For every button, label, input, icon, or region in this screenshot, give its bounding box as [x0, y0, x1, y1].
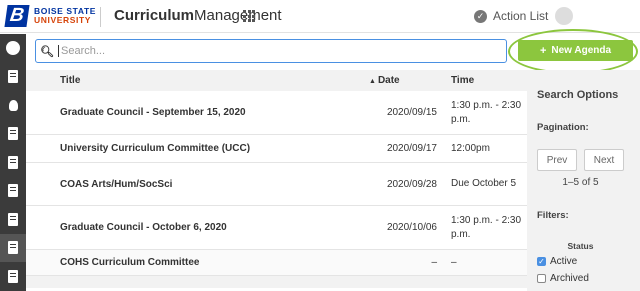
app-grid-icon[interactable]: [243, 10, 255, 22]
filters-label: Filters:: [537, 210, 569, 221]
row-title: COAS Arts/Hum/SocSci: [60, 178, 173, 190]
dashboard-icon: [6, 41, 20, 56]
nav-proposals[interactable]: [0, 177, 26, 206]
table-row[interactable]: COAS Arts/Hum/SocSci 2020/09/28 Due Octo…: [26, 163, 527, 206]
nav-agendas[interactable]: [0, 233, 26, 262]
column-title[interactable]: Title: [26, 75, 369, 86]
pagination-label: Pagination:: [537, 122, 589, 133]
nav-ideas[interactable]: [0, 91, 26, 120]
sort-asc-icon: ▲: [369, 78, 376, 85]
active-label: Active: [550, 256, 578, 267]
boise-state-logo[interactable]: B BOISE STATE UNIVERSITY: [4, 5, 96, 27]
document-icon: [8, 269, 18, 283]
row-time: 1:30 p.m. - 2:30 p.m.: [451, 214, 522, 240]
app-title-bold: Curriculum: [114, 7, 195, 24]
search-box: 🔍︎: [35, 39, 507, 63]
column-date[interactable]: ▲ Date: [369, 75, 444, 86]
column-date-label: Date: [377, 75, 400, 86]
row-date: 2020/10/06: [386, 222, 437, 233]
row-date: 2020/09/15: [386, 107, 437, 118]
document-icon: [8, 127, 18, 141]
search-options-panel: Search Options Pagination: Prev Next 1–5…: [527, 70, 640, 291]
search-icon[interactable]: 🔍︎: [36, 45, 58, 58]
column-time[interactable]: Time: [444, 75, 527, 86]
app-header: B BOISE STATE UNIVERSITY CurriculumManag…: [0, 0, 640, 33]
pagination-count: 1–5 of 5: [562, 177, 599, 188]
new-agenda-label: New Agenda: [551, 45, 612, 56]
row-time: –: [451, 256, 457, 268]
archived-label: Archived: [550, 273, 589, 284]
list-icon: [8, 241, 18, 255]
app-title[interactable]: CurriculumManagement: [114, 7, 282, 24]
document-icon: [8, 70, 18, 84]
action-list-link[interactable]: ✓ Action List: [474, 9, 548, 23]
next-button[interactable]: Next: [584, 149, 624, 171]
check-circle-icon: ✓: [474, 9, 487, 23]
archived-checkbox[interactable]: [537, 274, 546, 283]
lightbulb-icon: [8, 99, 18, 111]
logo-mark: B: [4, 5, 30, 27]
nav-dashboard[interactable]: [0, 34, 26, 63]
nav-documents[interactable]: [0, 63, 26, 92]
row-time: 1:30 p.m. - 2:30 p.m.: [451, 99, 522, 125]
table-row[interactable]: Graduate Council - October 6, 2020 2020/…: [26, 206, 527, 250]
buildings-icon: [8, 212, 18, 226]
table-header: Title ▲ Date Time: [26, 70, 527, 91]
table-row[interactable]: COHS Curriculum Committee – –: [26, 250, 527, 276]
user-avatar[interactable]: [555, 7, 573, 25]
row-time: Due October 5: [451, 178, 517, 189]
agenda-table: Title ▲ Date Time Graduate Council - Sept…: [26, 70, 527, 288]
nav-courses[interactable]: [0, 120, 26, 149]
prev-button[interactable]: Prev: [537, 149, 577, 171]
row-date: 2020/09/28: [386, 178, 437, 190]
row-time: 12:00pm: [451, 142, 490, 154]
document-icon: [8, 155, 18, 169]
table-row[interactable]: Graduate Council - September 15, 2020 20…: [26, 91, 527, 135]
nav-organizations[interactable]: [0, 205, 26, 234]
row-title: University Curriculum Committee (UCC): [60, 143, 251, 154]
logo-line2: UNIVERSITY: [34, 15, 92, 25]
table-footer: [26, 276, 527, 288]
nav-programs[interactable]: [0, 148, 26, 177]
header-divider: [100, 7, 101, 27]
app-title-rest: Management: [194, 7, 282, 24]
filter-active-option[interactable]: ✓ Active: [537, 256, 577, 267]
row-title: Graduate Council - September 15, 2020: [60, 107, 246, 118]
search-input[interactable]: [58, 45, 458, 57]
table-row[interactable]: University Curriculum Committee (UCC) 20…: [26, 135, 527, 163]
nav-reports[interactable]: [0, 262, 26, 291]
status-filter-label: Status: [567, 241, 594, 251]
active-checkbox[interactable]: ✓: [537, 257, 546, 266]
filter-archived-option[interactable]: Archived: [537, 273, 589, 284]
document-icon: [8, 184, 18, 198]
action-list-label: Action List: [493, 9, 549, 23]
row-date: –: [431, 257, 437, 268]
logo-wordmark: BOISE STATE UNIVERSITY: [34, 7, 96, 25]
new-agenda-button[interactable]: + New Agenda: [518, 40, 633, 61]
left-nav-rail: [0, 34, 26, 291]
plus-icon: +: [539, 44, 547, 57]
row-title: COHS Curriculum Committee: [60, 257, 200, 268]
row-date: 2020/09/17: [386, 143, 437, 154]
search-options-title: Search Options: [537, 89, 619, 101]
row-title: Graduate Council - October 6, 2020: [60, 222, 227, 233]
